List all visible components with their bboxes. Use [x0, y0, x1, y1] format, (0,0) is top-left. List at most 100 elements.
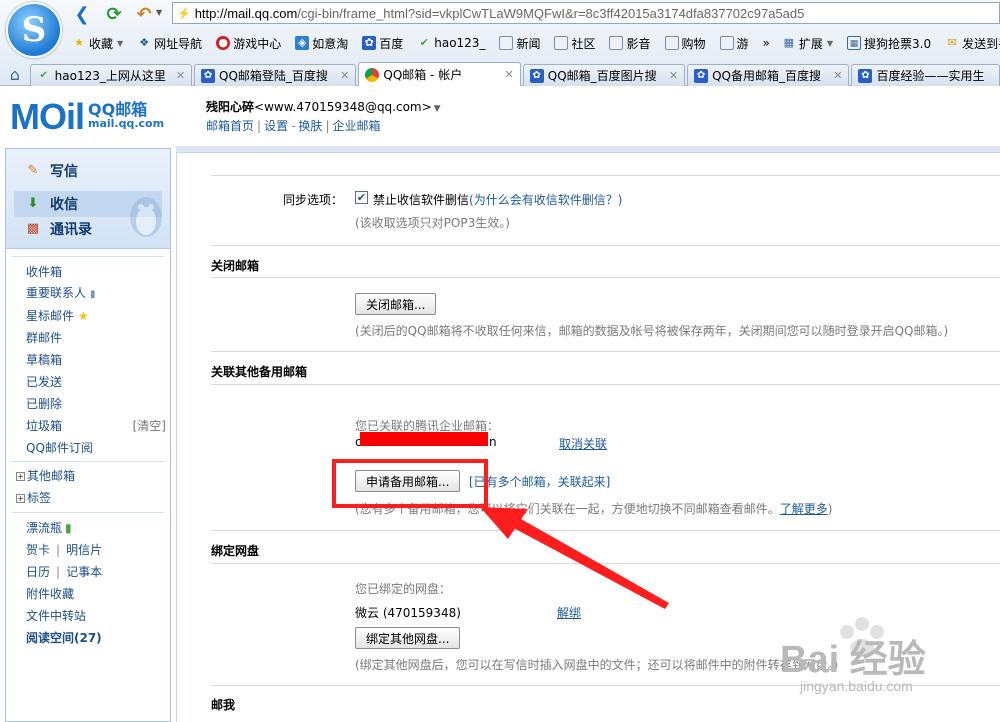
bookmark-folder[interactable]: 游	[719, 35, 749, 52]
linked-enterprise-value-end: n	[489, 435, 497, 449]
user-name: 残阳心碎	[206, 100, 255, 114]
bookmark-folder[interactable]: 社区	[554, 35, 595, 52]
close-tab-icon[interactable]: ✕	[833, 69, 842, 82]
browser-tab[interactable]: ✔ hao123_上网从这里 ✕	[29, 64, 193, 86]
hao-icon: ✔	[39, 69, 48, 81]
close-tab-icon[interactable]: ✕	[669, 69, 678, 82]
close-tab-icon[interactable]: ✕	[340, 69, 349, 82]
settings-link[interactable]: 设置	[264, 119, 288, 133]
bookmark-item[interactable]: ❖ 网址导航	[137, 35, 202, 52]
browser-chrome: S ❮ ⟳ ↶ ▼ ⚡ http://mail.qq.com /cgi-bin/…	[0, 0, 1000, 86]
bookmark-item[interactable]: ● 游戏中心	[216, 35, 281, 52]
undo-dropdown-icon[interactable]: ▼	[156, 8, 162, 17]
chrome-icon	[365, 67, 380, 82]
section-title-netdisk: 绑定网盘	[211, 544, 260, 558]
folder-icon	[609, 36, 624, 50]
learn-more-link[interactable]: 了解更多	[780, 502, 828, 516]
folder-subscriptions[interactable]: QQ邮件订阅	[26, 437, 166, 459]
browser-tab[interactable]: ✿ QQ邮箱_百度图片搜 ✕	[522, 64, 686, 86]
expand-plus-icon[interactable]: +	[16, 472, 25, 481]
compose-button[interactable]: ✎ 写信	[24, 161, 78, 181]
why-delete-help-link[interactable]: (为什么会有收信软件删信？)	[469, 193, 622, 207]
close-tab-icon[interactable]: ✕	[176, 69, 185, 82]
sogou-browser-logo[interactable]: S	[6, 2, 62, 58]
folder-group-mail[interactable]: 群邮件	[26, 327, 166, 349]
folder-sent[interactable]: 已发送	[26, 371, 166, 393]
bookmark-item[interactable]: ✿ 百度	[362, 35, 403, 52]
watermark-url: jingyan.baidu.com	[800, 678, 913, 694]
bookmark-item[interactable]: ★ 收藏 ▼	[72, 35, 123, 52]
mail-home-link[interactable]: 邮箱首页	[206, 119, 254, 133]
home-icon[interactable]: ⌂	[0, 62, 30, 86]
game-icon: ●	[216, 36, 231, 50]
bookmark-item[interactable]: ✔ hao123_	[417, 36, 486, 50]
sync-label: 同步选项：	[283, 193, 344, 207]
drift-bottle-link[interactable]: 漂流瓶 ▮	[26, 517, 166, 539]
sidebar-divider	[12, 512, 164, 513]
qq-mail-logo[interactable]: MOil QQ邮箱 mail.qq.com	[10, 96, 164, 138]
ticket-icon: ▦	[847, 36, 862, 50]
bookmark-folder[interactable]: 影音	[609, 35, 651, 52]
browser-tab-active[interactable]: QQ邮箱 - 帐户 ✕	[358, 62, 521, 86]
bookmark-item[interactable]: ◈ 如意淘	[295, 35, 348, 52]
file-transfer-link[interactable]: 文件中转站	[26, 605, 166, 627]
undo-icon[interactable]: ↶	[132, 4, 156, 25]
section-divider	[211, 175, 1000, 176]
account-dropdown-icon[interactable]: ▼	[434, 104, 441, 114]
header-links: 邮箱首页 | 设置 - 换肤 | 企业邮箱	[206, 119, 381, 133]
folder-deleted[interactable]: 已删除	[26, 393, 166, 415]
attachment-collection-link[interactable]: 附件收藏	[26, 583, 166, 605]
folder-inbox[interactable]: 收件箱	[26, 261, 166, 283]
section-title-backup-mailbox: 关联其他备用邮箱	[211, 365, 308, 379]
tools-list: 漂流瓶 ▮ 贺卡 | 明信片 日历 | 记事本 附件收藏 文件中转站 阅读空间(27)	[26, 517, 166, 649]
browser-tab[interactable]: ✿ QQ邮箱登陆_百度搜 ✕	[194, 64, 357, 86]
expand-plus-icon[interactable]: +	[16, 494, 25, 503]
bookmark-folder[interactable]: 购物	[664, 35, 706, 52]
group-tags[interactable]: + 标签	[16, 487, 51, 509]
greeting-card-link[interactable]: 贺卡	[26, 543, 50, 557]
folder-drafts[interactable]: 草稿箱	[26, 349, 166, 371]
paw-icon: ✿	[694, 68, 709, 83]
mail-header: MOil QQ邮箱 mail.qq.com 残阳心碎<www.470159348…	[0, 86, 1000, 146]
reading-space-link[interactable]: 阅读空间(27)	[26, 627, 166, 649]
folder-spam[interactable]: 垃圾箱 [清空]	[26, 415, 166, 437]
skin-link[interactable]: 换肤	[298, 119, 322, 133]
extension-item[interactable]: ✉发送到手机	[945, 35, 1000, 52]
user-email: <www.470159348@qq.com>	[254, 100, 432, 114]
notes-link[interactable]: 记事本	[66, 565, 102, 579]
phone-icon: ✉	[947, 36, 957, 49]
browser-tab[interactable]: ✿ 百度经验——实用生	[851, 64, 1000, 86]
paw-icon: ✿	[362, 36, 377, 50]
back-arrow-icon[interactable]: ❮	[70, 4, 94, 25]
section-title-close-mailbox: 关闭邮箱	[211, 259, 260, 273]
bind-other-netdisk-button[interactable]: 绑定其他网盘...	[355, 627, 461, 649]
no-delete-checkbox[interactable]: ✔	[355, 191, 368, 204]
sidebar: ✎ 写信 ⬇ 收信 ▩ 通讯录 收件箱 重要联系人 ▮ 星标邮件 ★ 群邮件 草稿箱 已发…	[5, 148, 171, 722]
folder-starred[interactable]: 星标邮件 ★	[26, 305, 166, 327]
group-other-mailboxes[interactable]: + 其他邮箱	[16, 465, 75, 487]
bookmark-folder[interactable]: 新闻	[499, 35, 540, 52]
enterprise-mail-link[interactable]: 企业邮箱	[332, 119, 380, 133]
browser-tab[interactable]: ✿ QQ备用邮箱_百度搜 ✕	[687, 64, 850, 86]
section-divider	[211, 384, 1000, 385]
calendar-link[interactable]: 日历	[26, 565, 50, 579]
postcard-link[interactable]: 明信片	[66, 543, 102, 557]
folder-icon	[719, 36, 734, 50]
folder-important-contacts[interactable]: 重要联系人 ▮	[26, 283, 166, 305]
close-mailbox-button[interactable]: 关闭邮箱...	[355, 293, 437, 315]
penguin-icon	[130, 197, 162, 237]
bookmarks-more-chevron-icon[interactable]: »	[763, 36, 770, 50]
address-bar[interactable]: ⚡ http://mail.qq.com /cgi-bin/frame_html…	[172, 2, 1000, 24]
unlink-link[interactable]: 取消关联	[559, 435, 607, 452]
user-account[interactable]: 残阳心碎<www.470159348@qq.com> ▼	[206, 98, 441, 115]
star-icon: ★	[78, 309, 89, 323]
refresh-icon[interactable]: ⟳	[102, 4, 126, 25]
close-tab-icon[interactable]: ✕	[505, 68, 514, 81]
logo-en: mail.qq.com	[88, 117, 165, 130]
extension-item[interactable]: ▦ 扩展 ▼	[782, 35, 833, 52]
no-delete-checkbox-label[interactable]: 禁止收信软件删信(为什么会有收信软件删信？)	[373, 191, 622, 208]
empty-spam-link[interactable]: [清空]	[133, 415, 166, 437]
extension-item[interactable]: ▦ 搜狗抢票3.0	[847, 35, 931, 52]
contacts-button[interactable]: ▩ 通讯录	[24, 219, 92, 239]
url-path: /cgi-bin/frame_html?sid=vkplCwTLaW9MQFwI…	[297, 5, 805, 21]
